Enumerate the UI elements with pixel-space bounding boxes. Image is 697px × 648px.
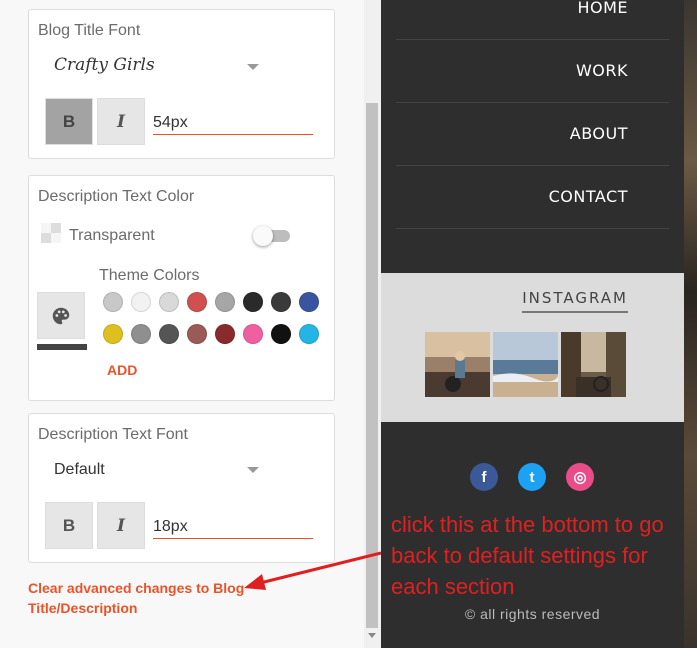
toggle-knob[interactable] [253,226,273,246]
settings-panel: Blog Title Font Crafty Girls B I Descrip… [0,0,381,648]
instagram-title: INSTAGRAM [522,289,628,313]
italic-button[interactable]: I [97,98,145,145]
instagram-photo-motorcycle[interactable] [425,332,490,397]
transparent-label: Transparent [69,227,155,244]
chevron-down-icon[interactable] [247,64,259,70]
transparent-checker-icon [41,223,61,243]
color-swatch[interactable] [131,324,151,344]
nav-divider [396,102,669,103]
bold-button[interactable]: B [45,98,93,145]
current-color-bar [37,344,87,350]
nav-divider [396,39,669,40]
blog-title-font-select[interactable]: Crafty Girls [54,55,155,75]
color-swatch[interactable] [215,292,235,312]
description-color-card: Description Text Color Transparent Theme… [28,175,335,401]
color-swatch[interactable] [299,324,319,344]
blog-title-font-card: Blog Title Font Crafty Girls B I [28,9,335,159]
bold-button[interactable]: B [45,502,93,549]
annotation-text: click this at the bottom to go back to d… [391,512,664,599]
description-font-select[interactable]: Default [54,461,105,479]
scroll-down-arrow-icon[interactable] [368,633,376,638]
nav-contact[interactable]: CONTACT [549,187,628,206]
description-size-input[interactable] [153,518,313,539]
instagram-section: INSTAGRAM [381,273,684,422]
nav-work[interactable]: WORK [576,61,628,80]
palette-button[interactable] [37,292,85,339]
color-swatch[interactable] [159,292,179,312]
color-swatch[interactable] [215,324,235,344]
instagram-photo-beach[interactable] [493,332,558,397]
color-swatch[interactable] [299,292,319,312]
color-swatch[interactable] [243,292,263,312]
italic-button[interactable]: I [97,502,145,549]
copyright-text: © all rights reserved [464,606,601,622]
nav-divider [396,228,669,229]
color-swatch[interactable] [131,292,151,312]
color-swatch[interactable] [159,324,179,344]
nav-about[interactable]: ABOUT [570,124,628,143]
nav-divider [396,165,669,166]
color-swatch[interactable] [271,292,291,312]
palette-icon [52,307,70,324]
color-swatch[interactable] [187,324,207,344]
card-title: Description Text Color [38,188,195,205]
color-swatch[interactable] [243,324,263,344]
clear-advanced-changes-link[interactable]: Clear advanced changes to Blog Title/Des… [28,578,258,618]
blog-title-size-input[interactable] [153,114,313,135]
dribbble-icon[interactable]: ◎ [566,463,594,491]
color-swatch[interactable] [103,324,123,344]
color-swatch[interactable] [187,292,207,312]
color-swatch[interactable] [271,324,291,344]
instagram-photo-street[interactable] [561,332,626,397]
card-title: Blog Title Font [38,22,141,39]
scrollbar-thumb[interactable] [366,103,378,628]
add-color-link[interactable]: ADD [107,362,137,378]
description-font-card: Description Text Font Default B I [28,413,335,563]
facebook-icon[interactable]: f [470,463,498,491]
theme-colors-label: Theme Colors [99,267,200,284]
chevron-down-icon[interactable] [247,467,259,473]
twitter-icon[interactable]: t [518,463,546,491]
card-title: Description Text Font [38,426,188,443]
nav-home[interactable]: HOME [577,0,628,17]
color-swatch[interactable] [103,292,123,312]
